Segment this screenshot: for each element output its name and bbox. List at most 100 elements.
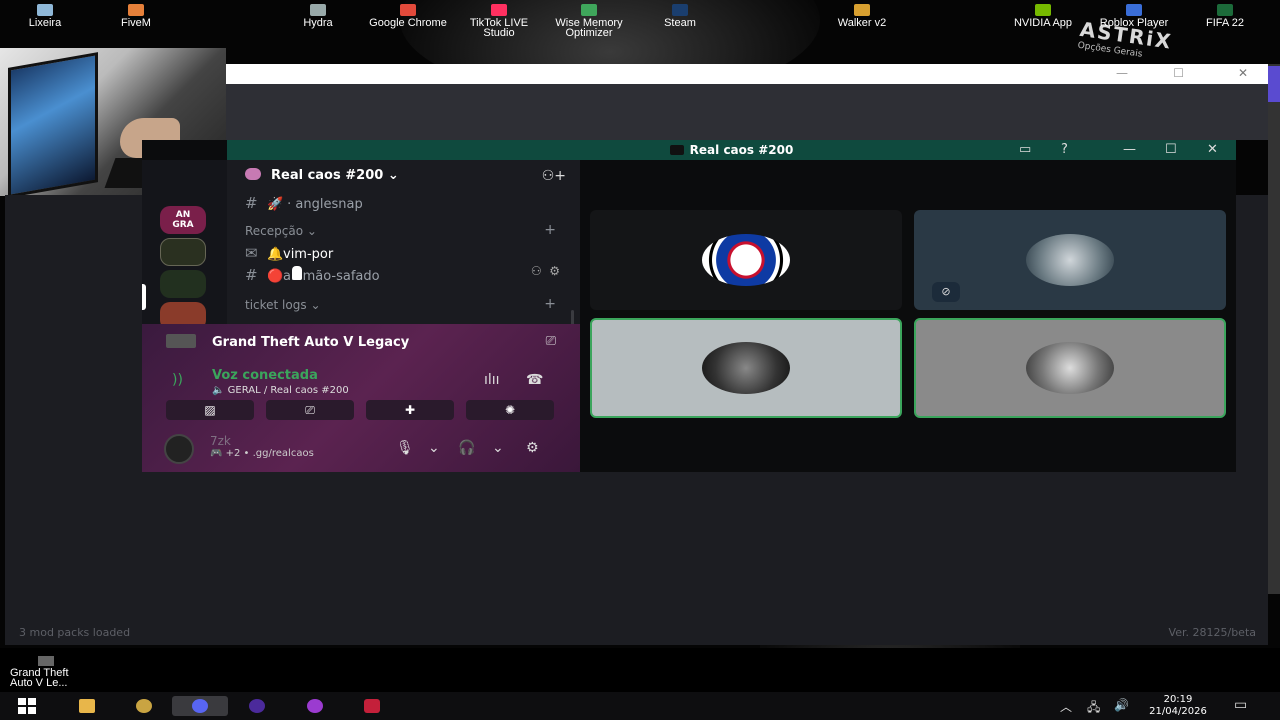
taskbar-explorer[interactable] <box>74 696 100 716</box>
server-list: AN GRA <box>142 160 227 330</box>
scrollbar-thumb[interactable] <box>1268 66 1280 102</box>
desktop-icon-tiktok[interactable]: TikTok LIVE Studio <box>459 4 539 39</box>
minimize-button[interactable]: — <box>1123 142 1136 157</box>
taskbar-discord[interactable] <box>172 696 228 716</box>
volume-icon[interactable]: 🔊 <box>1114 698 1129 712</box>
share-screen-button[interactable]: ⎚ <box>266 400 354 420</box>
right-scrollbar[interactable] <box>1268 64 1280 594</box>
activity-game: Grand Theft Auto V Legacy <box>166 334 409 350</box>
discord-icon <box>192 699 208 713</box>
voice-actions: ▨ ⎚ ✚ ✺ <box>166 400 556 420</box>
desktop-icon-gta[interactable]: Grand Theft Auto V Le... <box>10 656 82 689</box>
server-icon-current[interactable] <box>160 270 206 298</box>
channel-tools: ⚇ ⚙ <box>531 264 560 278</box>
desktop-icon-lixeira[interactable]: Lixeira <box>5 4 85 29</box>
close-button[interactable]: ✕ <box>1207 142 1218 157</box>
taskbar-app-purple[interactable] <box>244 696 270 716</box>
windows-start-icon[interactable] <box>18 698 36 714</box>
desktop-icon-steam[interactable]: Steam <box>640 4 720 29</box>
desktop-icon-label: Lixeira <box>28 17 62 29</box>
participant-avatar <box>702 342 790 394</box>
desktop-icon-nvidia[interactable]: NVIDIA App <box>1003 4 1083 29</box>
desktop-icon-chrome[interactable]: Google Chrome <box>368 4 448 29</box>
headphones-icon[interactable]: 🎧 <box>458 440 475 456</box>
server-name-header[interactable]: Real caos #200 ⌄ <box>245 168 399 183</box>
taskbar-app-x[interactable] <box>131 696 157 716</box>
desktop-icon-label: NVIDIA App <box>1013 17 1073 29</box>
desktop-icon-walker[interactable]: Walker v2 <box>822 4 902 29</box>
help-icon[interactable]: ? <box>1061 142 1068 157</box>
window-title-text: Real caos #200 <box>689 143 794 157</box>
chevron-down-icon[interactable]: ⌄ <box>492 440 504 456</box>
add-channel-button[interactable]: + <box>544 222 556 238</box>
voice-channel-path[interactable]: 🔈 GERAL / Real caos #200 <box>212 385 349 396</box>
steam-icon <box>672 4 688 16</box>
discord-titlebar: Real caos #200 ▭ ? — ☐ ✕ <box>227 140 1236 160</box>
gear-icon[interactable]: ⚙ <box>549 264 560 278</box>
participant-tile[interactable]: ⊘ <box>914 210 1226 310</box>
chevron-down-icon[interactable]: ⌄ <box>428 440 440 456</box>
channel-vim-por[interactable]: ✉ 🔔vim-por <box>245 244 333 262</box>
minimize-button[interactable]: — <box>1116 66 1128 80</box>
channel-alemao-safado[interactable]: # 🔴alemão-safado <box>245 266 380 284</box>
noise-suppression-icon[interactable]: ılıı <box>484 372 500 388</box>
taskbar-app-red[interactable] <box>359 696 385 716</box>
server-icon-equipe[interactable] <box>160 238 206 266</box>
red-app-icon <box>364 699 380 713</box>
recycle-bin-icon <box>37 4 53 16</box>
desktop-icon-wise-memory[interactable]: Wise Memory Optimizer <box>549 4 629 39</box>
desktop-icon-hydra[interactable]: Hydra <box>278 4 358 29</box>
notification-icon[interactable]: ▭ <box>1234 697 1247 713</box>
server-name: Real caos #200 <box>271 168 384 183</box>
desktop-icon-label: FiveM <box>121 17 151 29</box>
game-name: Grand Theft Auto V Legacy <box>212 335 410 350</box>
chevron-down-icon: ⌄ <box>306 224 317 238</box>
soundboard-button[interactable]: ✺ <box>466 400 554 420</box>
microphone-icon[interactable]: 🎙 <box>396 440 414 456</box>
fivem-icon <box>128 4 144 16</box>
activities-button[interactable]: ✚ <box>366 400 454 420</box>
walker-icon <box>854 4 870 16</box>
clock[interactable]: 20:19 21/04/2026 <box>1140 694 1216 718</box>
hydra-icon <box>310 4 326 16</box>
desktop: Lixeira FiveM Hydra Google Chrome TikTok… <box>0 0 1280 720</box>
close-button[interactable]: ✕ <box>1238 66 1248 80</box>
selected-server-indicator <box>142 284 146 310</box>
desktop-icon-fivem[interactable]: FiveM <box>96 4 176 29</box>
gta-icon <box>166 334 196 348</box>
hash-icon: # <box>245 266 258 284</box>
gta-icon <box>38 656 54 666</box>
participant-tile-speaking[interactable] <box>914 318 1226 418</box>
disconnect-icon[interactable]: ☎ <box>526 372 543 388</box>
maximize-button[interactable]: ☐ <box>1173 66 1184 80</box>
screen-share-icon: ⎚ <box>305 403 315 417</box>
channel-anglesnap[interactable]: # 🚀 · anglesnap <box>245 194 363 212</box>
network-icon[interactable]: 🖧 <box>1087 698 1100 719</box>
nvidia-icon <box>1035 4 1051 16</box>
desktop-icon-label: Grand Theft Auto V Le... <box>10 667 69 689</box>
camera-off-button[interactable]: ▨ <box>166 400 254 420</box>
add-channel-button[interactable]: + <box>544 296 556 312</box>
taskbar-spotify[interactable] <box>302 696 328 716</box>
voice-connected-label[interactable]: Voz conectada <box>212 368 318 383</box>
participant-tile-speaking[interactable] <box>590 318 902 418</box>
hash-icon: # <box>245 194 258 212</box>
chevron-up-icon[interactable]: ︿ <box>1060 698 1072 715</box>
window-title: Real caos #200 <box>227 143 1236 157</box>
invite-icon[interactable]: ⚇ <box>531 264 542 278</box>
desktop-icon-fifa[interactable]: FIFA 22 <box>1185 4 1265 29</box>
launcher-version: Ver. 28125/beta <box>1168 626 1256 639</box>
maximize-button[interactable]: ☐ <box>1165 142 1177 157</box>
gear-icon[interactable]: ⚙ <box>526 440 539 456</box>
soundboard-icon: ✺ <box>504 403 516 417</box>
rocket-icon: 🚀 <box>267 197 284 212</box>
participant-tile[interactable] <box>590 210 902 310</box>
fifa-icon <box>1217 4 1233 16</box>
stream-game-icon[interactable]: ⎚ <box>546 334 556 349</box>
inbox-icon[interactable]: ▭ <box>1019 142 1031 157</box>
invite-people-icon[interactable]: ⚇+ <box>542 168 566 184</box>
category-ticket-logs[interactable]: ticket logs ⌄ <box>245 298 321 312</box>
server-icon-angra[interactable]: AN GRA <box>160 206 206 234</box>
category-recepcao[interactable]: Recepção ⌄ <box>245 224 317 238</box>
signal-icon: )) <box>172 372 183 388</box>
